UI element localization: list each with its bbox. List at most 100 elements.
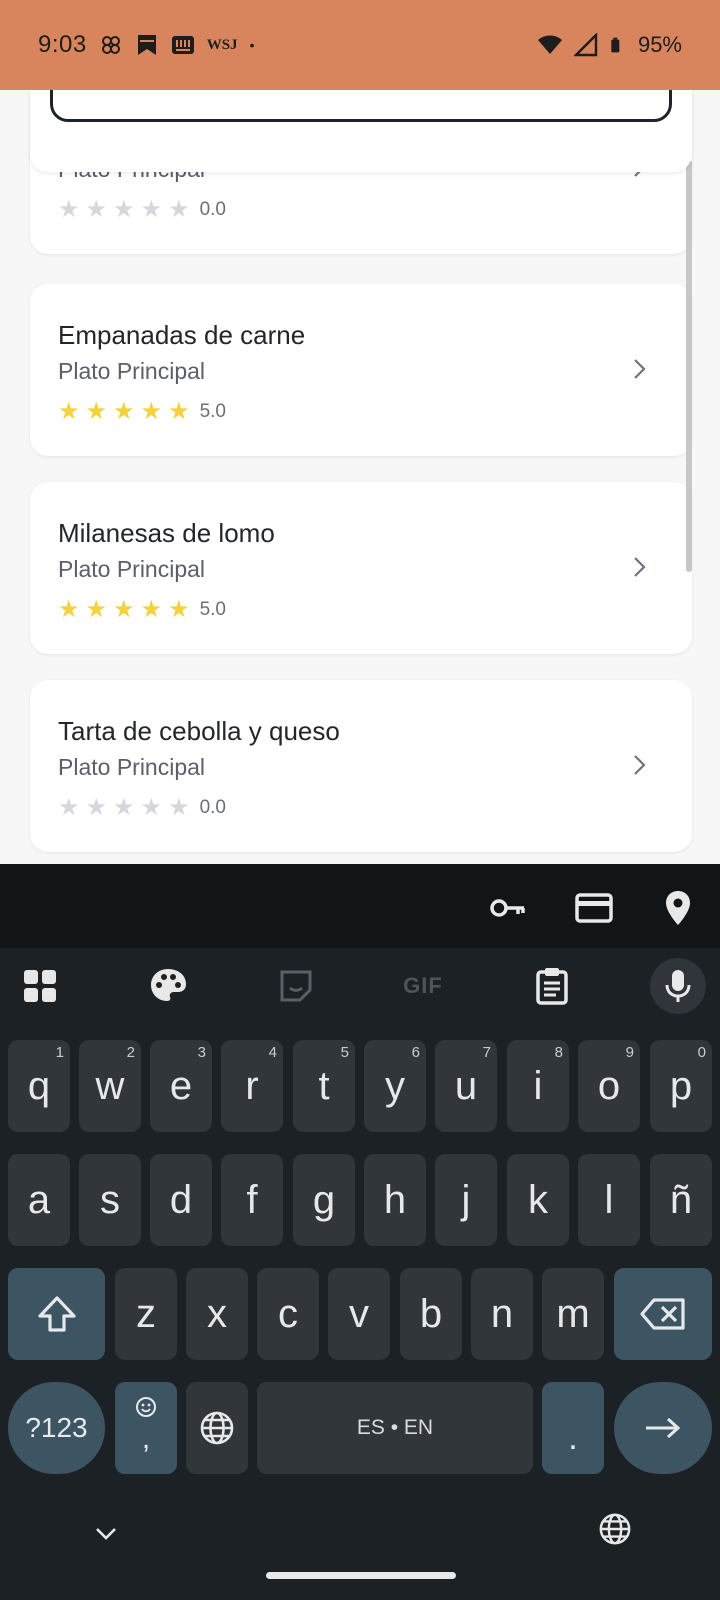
key-g[interactable]: g (293, 1154, 355, 1246)
rating-stars: ★ ★ ★ ★ ★ 5.0 (58, 598, 226, 622)
credit-card-icon[interactable] (574, 888, 614, 928)
star-icon: ★ (140, 398, 163, 425)
star-icon: ★ (58, 398, 80, 425)
backspace-icon (640, 1298, 685, 1330)
chevron-right-icon (634, 557, 646, 577)
rating-stars: ★ ★ ★ ★ ★ 0.0 (58, 796, 226, 820)
globe-icon[interactable] (598, 1512, 632, 1546)
dish-name: Empanadas de carne (58, 320, 306, 350)
key-enye[interactable]: ñ (650, 1154, 712, 1246)
shift-key[interactable] (8, 1268, 105, 1360)
enter-key[interactable] (614, 1382, 712, 1474)
star-icon: ★ (168, 794, 190, 821)
emoji-comma-key[interactable]: , (115, 1382, 177, 1474)
rating-stars: ★ ★ ★ ★ ★ 5.0 (58, 400, 226, 424)
star-icon: ★ (113, 794, 135, 821)
backspace-key[interactable] (614, 1268, 712, 1360)
dish-category: Plato Principal (58, 556, 206, 582)
dish-card[interactable]: Tarta de cebolla y queso Plato Principal… (30, 680, 692, 852)
key-b[interactable]: b (400, 1268, 462, 1360)
key-x[interactable]: x (186, 1268, 248, 1360)
key-h[interactable]: h (364, 1154, 426, 1246)
star-icon: ★ (113, 196, 135, 223)
key-t[interactable]: t5 (293, 1040, 355, 1132)
key-c[interactable]: c (257, 1268, 319, 1360)
apps-icon[interactable] (12, 958, 68, 1014)
globe-icon (200, 1411, 234, 1445)
dish-card[interactable]: Milanesas de lomo Plato Principal ★ ★ ★ … (30, 482, 692, 654)
key-m[interactable]: m (542, 1268, 604, 1360)
palette-icon[interactable] (140, 958, 196, 1014)
period-key[interactable]: . (542, 1382, 604, 1474)
space-bar[interactable]: ES • EN (257, 1382, 533, 1474)
key-e[interactable]: e3 (150, 1040, 212, 1132)
dish-name: Tarta de cebolla y queso (58, 716, 340, 746)
key-j[interactable]: j (435, 1154, 497, 1246)
star-icon: ★ (85, 794, 108, 821)
scrollbar[interactable] (686, 160, 692, 572)
microphone-icon[interactable] (650, 958, 706, 1014)
star-icon: ★ (58, 196, 80, 223)
gif-button[interactable]: GIF (395, 958, 451, 1014)
dish-category: Plato Principal (58, 358, 206, 384)
star-icon: ★ (140, 596, 163, 623)
dish-list: Plato Principal ★ ★ ★ ★ ★ 0.0 Empanadas … (0, 90, 720, 864)
bookmark-icon (137, 35, 156, 55)
key-s[interactable]: s (79, 1154, 141, 1246)
sticker-icon[interactable] (268, 958, 324, 1014)
battery-percent: 95% (637, 32, 682, 57)
star-icon: ★ (58, 794, 80, 821)
star-icon: ★ (140, 196, 163, 223)
battery-icon (611, 37, 620, 53)
key-y[interactable]: y6 (364, 1040, 426, 1132)
key-v[interactable]: v (328, 1268, 390, 1360)
status-bar: 9:03 WSJ • 95% (0, 0, 720, 90)
clipboard-icon[interactable] (524, 958, 580, 1014)
key-i[interactable]: i8 (507, 1040, 569, 1132)
key-u[interactable]: u7 (435, 1040, 497, 1132)
nav-bar (0, 1490, 720, 1600)
key-l[interactable]: l (578, 1154, 640, 1246)
key-w[interactable]: w2 (79, 1040, 141, 1132)
key-n[interactable]: n (471, 1268, 533, 1360)
home-gesture-bar[interactable] (266, 1572, 456, 1579)
dish-card[interactable]: Empanadas de carne Plato Principal ★ ★ ★… (30, 284, 692, 456)
chevron-right-icon (634, 359, 646, 379)
chevron-right-icon (634, 755, 646, 775)
key-icon[interactable] (488, 888, 528, 928)
signal-icon (573, 33, 598, 57)
star-icon: ★ (168, 196, 190, 223)
more-notifications-dot: • (249, 37, 255, 53)
rating-value: 0.0 (199, 199, 226, 220)
key-k[interactable]: k (507, 1154, 569, 1246)
arrow-right-icon (646, 1417, 681, 1439)
chevron-down-icon[interactable] (94, 1526, 118, 1542)
star-icon: ★ (85, 596, 108, 623)
rating-value: 5.0 (199, 599, 226, 620)
key-q[interactable]: q1 (8, 1040, 70, 1132)
symbols-key[interactable]: ?123 (8, 1382, 105, 1474)
news-icon (171, 36, 194, 54)
key-r[interactable]: r4 (221, 1040, 283, 1132)
key-d[interactable]: d (150, 1154, 212, 1246)
key-z[interactable]: z (115, 1268, 177, 1360)
key-o[interactable]: o9 (578, 1040, 640, 1132)
location-pin-icon[interactable] (658, 888, 698, 928)
star-icon: ★ (168, 398, 190, 425)
star-icon: ★ (140, 794, 163, 821)
language-key[interactable] (186, 1382, 248, 1474)
dish-name: Milanesas de lomo (58, 518, 275, 548)
autofill-bar (0, 864, 720, 948)
key-p[interactable]: p0 (650, 1040, 712, 1132)
key-a[interactable]: a (8, 1154, 70, 1246)
star-icon: ★ (58, 596, 80, 623)
dish-category: Plato Principal (58, 754, 206, 780)
key-f[interactable]: f (221, 1154, 283, 1246)
search-input[interactable] (50, 90, 672, 122)
star-icon: ★ (85, 196, 108, 223)
star-icon: ★ (168, 596, 190, 623)
rating-value: 5.0 (199, 401, 226, 422)
wsj-notification-icon: WSJ (206, 36, 238, 53)
wifi-icon (537, 35, 562, 54)
status-time: 9:03 (38, 31, 87, 58)
